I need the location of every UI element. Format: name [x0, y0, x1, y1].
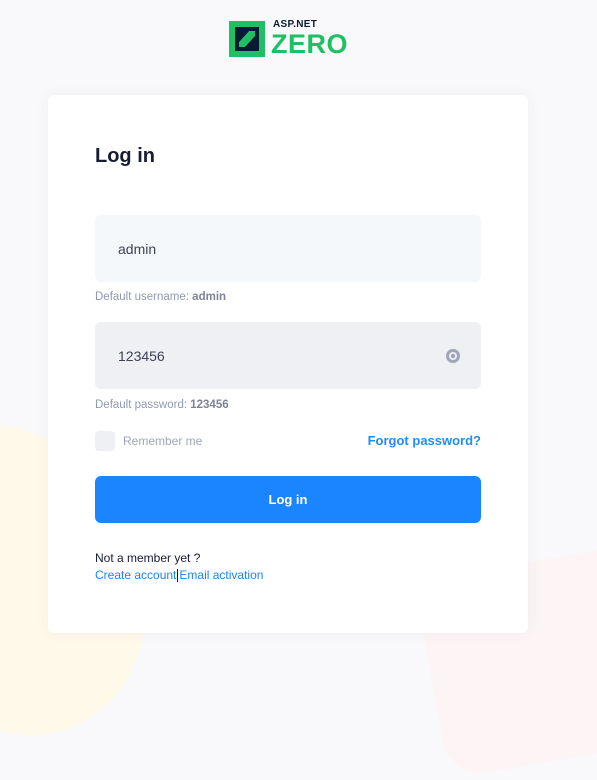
- brand-logo: ASP.NET ZERO: [229, 20, 348, 58]
- link-separator: [177, 568, 179, 582]
- username-input[interactable]: [95, 215, 415, 282]
- password-hint: Default password: 123456: [95, 399, 229, 411]
- page-title: Log in: [95, 145, 155, 167]
- password-hint-value: 123456: [190, 399, 229, 411]
- not-member-text: Not a member yet ?: [95, 551, 201, 565]
- login-button[interactable]: Log in: [95, 476, 481, 523]
- create-account-link[interactable]: Create account: [95, 568, 176, 582]
- email-activation-link[interactable]: Email activation: [179, 568, 263, 582]
- username-field-container: [95, 215, 481, 282]
- username-hint-label: Default username:: [95, 291, 193, 303]
- password-hint-label: Default password:: [95, 399, 191, 411]
- aspnetzero-logo-icon: [229, 21, 265, 57]
- remember-me: Remember me: [95, 431, 202, 451]
- forgot-password-link[interactable]: Forgot password?: [368, 433, 481, 448]
- logo-big-text: ZERO: [271, 29, 349, 59]
- remember-me-label[interactable]: Remember me: [123, 434, 202, 448]
- username-hint-value: admin: [192, 291, 227, 303]
- login-card: Log in Default username: admin Default p…: [48, 95, 528, 633]
- logo-text: ASP.NET ZERO: [271, 20, 348, 58]
- username-hint: Default username: admin: [95, 291, 226, 303]
- password-field-container: [95, 322, 481, 389]
- remember-me-checkbox[interactable]: [95, 431, 115, 451]
- eye-icon[interactable]: [445, 348, 461, 364]
- password-input[interactable]: [95, 322, 415, 389]
- account-links: Create account Email activation: [95, 568, 263, 582]
